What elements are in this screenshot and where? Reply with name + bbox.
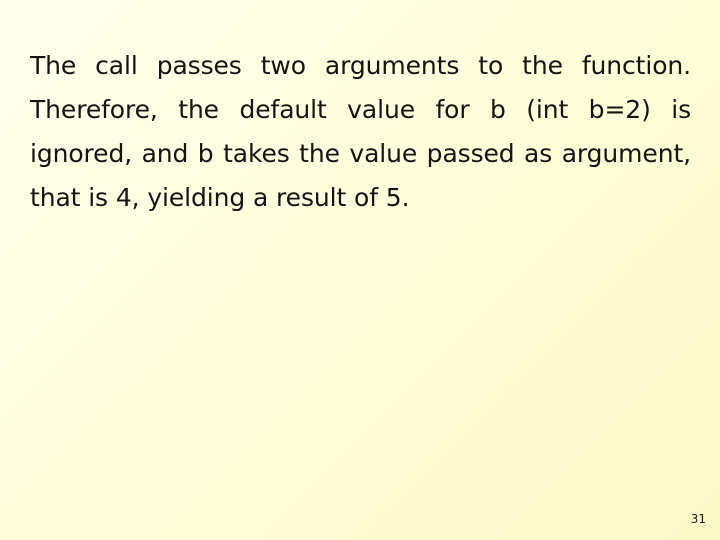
body-text-line-4: that is 4, yielding a result of 5. <box>30 183 410 212</box>
page-number: 31 <box>690 512 706 526</box>
slide-body-text: The call passes two arguments to the fun… <box>30 44 691 220</box>
body-text-line-3: ignored, and b takes the value passed as… <box>30 139 691 168</box>
body-text-line-1: The call passes two arguments to the fun… <box>30 51 691 80</box>
slide-canvas: The call passes two arguments to the fun… <box>0 0 720 540</box>
body-text-line-2: Therefore, the default value for b (int … <box>30 95 691 124</box>
